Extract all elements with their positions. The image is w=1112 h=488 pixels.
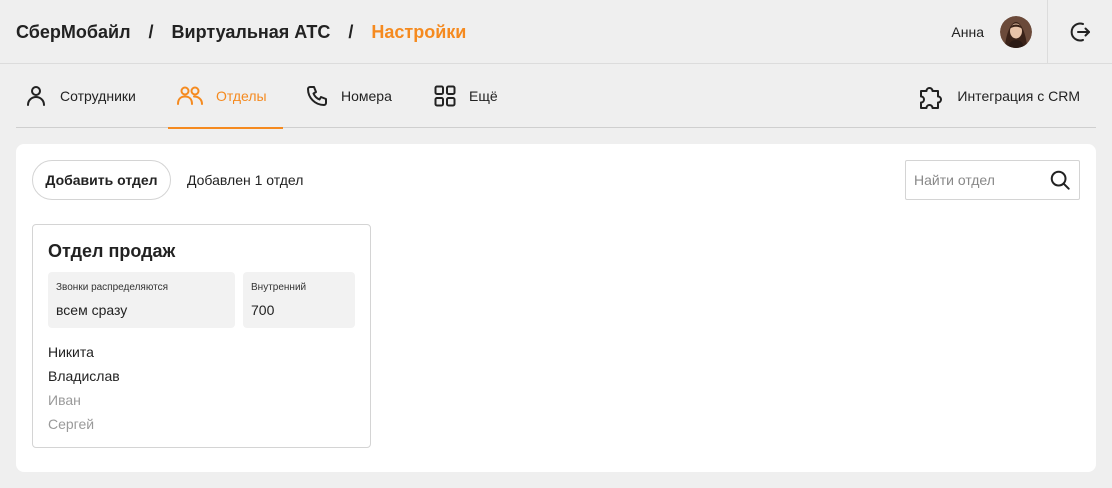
call-distribution-box: Звонки распределяются всем сразу bbox=[48, 272, 235, 328]
internal-number-label: Внутренний bbox=[251, 282, 307, 293]
breadcrumb-separator: / bbox=[348, 21, 354, 42]
tab-departments-label: Отделы bbox=[216, 88, 267, 104]
internal-number-value: 700 bbox=[251, 302, 275, 318]
app-header: СберМобайл / Виртуальная АТС / Настройки… bbox=[0, 0, 1112, 64]
tab-more-label: Ещё bbox=[469, 88, 498, 104]
avatar[interactable] bbox=[1000, 16, 1032, 48]
user-name: Анна bbox=[951, 24, 984, 40]
header-divider bbox=[1047, 0, 1048, 64]
department-search-input[interactable] bbox=[906, 161, 1042, 199]
tab-numbers[interactable]: Номера bbox=[305, 64, 392, 128]
breadcrumb-virtual-pbx[interactable]: Виртуальная АТС bbox=[172, 22, 331, 43]
list-item: Владислав bbox=[48, 368, 120, 384]
search-icon[interactable] bbox=[1049, 169, 1071, 191]
department-title: Отдел продаж bbox=[48, 241, 176, 261]
crm-integration-label: Интеграция с CRM bbox=[957, 88, 1080, 104]
list-item: Сергей bbox=[48, 416, 95, 432]
departments-count: Добавлен 1 отдел bbox=[187, 172, 304, 188]
user-menu[interactable]: Анна bbox=[951, 0, 1032, 64]
tab-more[interactable]: Ещё bbox=[433, 64, 498, 128]
section-tabs: Сотрудники Отделы Номера Ещё Интеграция … bbox=[16, 64, 1096, 129]
phone-icon bbox=[307, 86, 327, 106]
breadcrumb-settings: Настройки bbox=[371, 21, 467, 42]
logout-icon[interactable] bbox=[1068, 20, 1092, 44]
breadcrumb: СберМобайл / Виртуальная АТС / Настройки bbox=[16, 0, 466, 64]
department-card[interactable]: Отдел продаж Звонки распределяются всем … bbox=[32, 224, 371, 448]
add-department-button[interactable]: Добавить отдел bbox=[32, 160, 171, 200]
internal-number-box: Внутренний 700 bbox=[243, 272, 355, 328]
department-members: Никита Владислав Иван Сергей bbox=[48, 340, 120, 436]
crm-integration-link[interactable]: Интеграция с CRM bbox=[917, 64, 1080, 128]
breadcrumb-separator: / bbox=[148, 21, 154, 42]
tab-departments[interactable]: Отделы bbox=[168, 64, 283, 129]
tab-employees[interactable]: Сотрудники bbox=[24, 64, 136, 128]
avatar-image bbox=[1000, 16, 1032, 48]
list-item: Никита bbox=[48, 344, 94, 360]
call-distribution-label: Звонки распределяются bbox=[56, 282, 168, 293]
tab-numbers-label: Номера bbox=[341, 88, 392, 104]
puzzle-icon bbox=[920, 87, 943, 109]
tab-employees-label: Сотрудники bbox=[60, 88, 136, 104]
users-group-icon bbox=[177, 86, 203, 105]
department-search bbox=[905, 160, 1080, 200]
user-icon bbox=[27, 86, 45, 106]
breadcrumb-sbermobile[interactable]: СберМобайл bbox=[16, 22, 131, 43]
list-item: Иван bbox=[48, 392, 81, 408]
grid-icon bbox=[434, 85, 456, 107]
departments-panel: Добавить отдел Добавлен 1 отдел Отдел пр… bbox=[16, 144, 1096, 472]
call-distribution-value: всем сразу bbox=[56, 302, 128, 318]
